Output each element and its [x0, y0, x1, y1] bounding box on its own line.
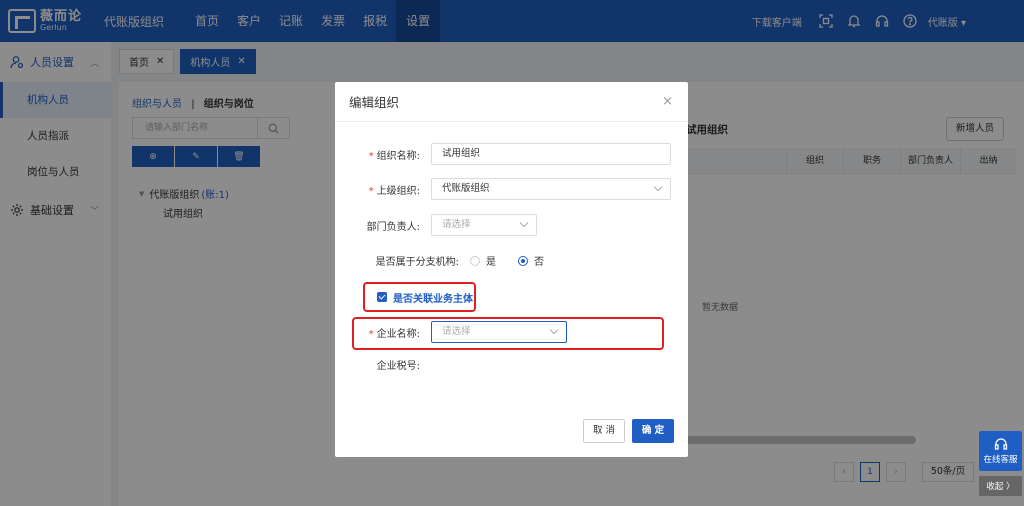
radio-no-label: 否 — [534, 257, 544, 268]
online-service-label: 在线客服 — [983, 455, 1018, 465]
chevron-down-icon — [519, 218, 529, 228]
parent-org-label: * 上级组织: — [368, 185, 420, 197]
branch-label: 是否属于分支机构: — [375, 257, 459, 268]
radio-yes-circle[interactable] — [470, 255, 480, 266]
link-entity-checkbox[interactable] — [377, 292, 387, 302]
dept-head-select[interactable]: 请选择 — [431, 214, 537, 236]
link-entity-label[interactable]: 是否关联业务主体 — [393, 290, 473, 305]
parent-org-row: * 上级组织: 代账版组织 — [335, 178, 671, 200]
radio-yes-label: 是 — [486, 257, 496, 268]
dept-head-label: 部门负责人: — [366, 221, 420, 233]
dept-head-row: 部门负责人: 请选择 — [335, 214, 537, 236]
collapse-button[interactable]: 收起 〉 — [979, 476, 1022, 496]
tax-row: 企业税号: — [335, 357, 431, 372]
radio-no-circle[interactable] — [518, 255, 528, 266]
org-name-row: * 组织名称: 试用组织 — [335, 143, 671, 165]
close-icon[interactable]: × — [662, 94, 673, 109]
chevron-down-icon — [549, 325, 559, 335]
branch-row: 是否属于分支机构: 是 否 — [335, 253, 544, 268]
headset-icon — [994, 438, 1007, 450]
company-row: * 企业名称: 请选择 — [335, 321, 567, 343]
confirm-button[interactable]: 确 定 — [632, 419, 674, 443]
tax-label: 企业税号: — [376, 361, 420, 372]
online-service-button[interactable]: 在线客服 — [979, 431, 1022, 471]
org-name-label: * 组织名称: — [368, 150, 420, 162]
radio-no[interactable]: 否 — [518, 253, 544, 268]
company-label: * 企业名称: — [368, 328, 420, 340]
parent-org-select[interactable]: 代账版组织 — [431, 178, 671, 200]
org-name-input[interactable]: 试用组织 — [431, 143, 671, 165]
modal-footer: 取 消 确 定 — [583, 419, 674, 443]
edit-org-modal: 编辑组织 × * 组织名称: 试用组织 * 上级组织: 代账版组织 部门负责人: 请… — [335, 82, 688, 457]
modal-title: 编辑组织 — [349, 95, 400, 110]
cancel-button[interactable]: 取 消 — [583, 419, 625, 443]
radio-yes[interactable]: 是 — [470, 253, 496, 268]
chevron-down-icon — [653, 182, 663, 192]
link-entity-checkbox-annotation: 是否关联业务主体 — [363, 282, 476, 312]
company-select[interactable]: 请选择 — [431, 321, 567, 343]
